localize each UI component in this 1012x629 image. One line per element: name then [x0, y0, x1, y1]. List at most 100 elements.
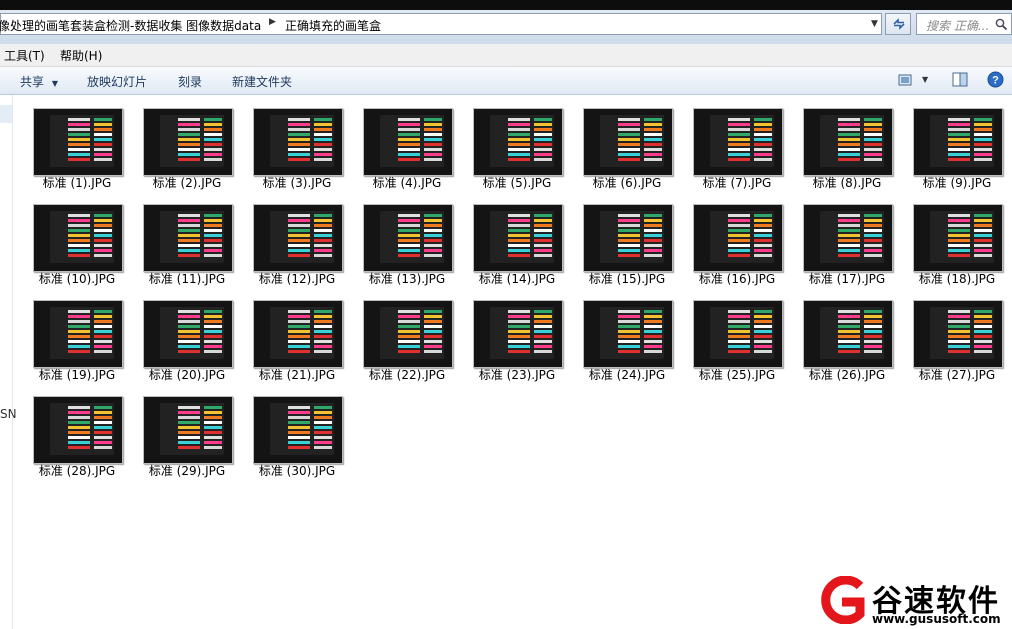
file-item[interactable]: 标准 (17).JPG: [799, 196, 895, 288]
file-item[interactable]: 标准 (27).JPG: [909, 292, 1005, 384]
file-name[interactable]: 标准 (22).JPG: [359, 366, 455, 383]
file-thumbnail[interactable]: [143, 396, 233, 464]
file-thumbnail[interactable]: [253, 300, 343, 368]
file-thumbnail[interactable]: [803, 204, 893, 272]
file-thumbnail[interactable]: [583, 300, 673, 368]
file-item[interactable]: 标准 (16).JPG: [689, 196, 785, 288]
file-item[interactable]: 标准 (24).JPG: [579, 292, 675, 384]
address-bar[interactable]: 像处理的画笔套装盒检测-数据收集 图像数据data ▶ 正确填充的画笔盒 ▼: [0, 13, 882, 35]
file-thumbnail[interactable]: [473, 300, 563, 368]
preview-pane-icon[interactable]: [952, 72, 968, 91]
file-name[interactable]: 标准 (8).JPG: [799, 174, 895, 191]
file-item[interactable]: 标准 (1).JPG: [29, 100, 125, 192]
file-thumbnail[interactable]: [473, 204, 563, 272]
file-name[interactable]: 标准 (6).JPG: [579, 174, 675, 191]
file-name[interactable]: 标准 (15).JPG: [579, 270, 675, 287]
search-icon[interactable]: [995, 18, 1008, 31]
file-name[interactable]: 标准 (29).JPG: [139, 462, 235, 479]
file-thumbnail[interactable]: [363, 108, 453, 176]
file-thumbnail[interactable]: [143, 108, 233, 176]
file-name[interactable]: 标准 (12).JPG: [249, 270, 345, 287]
file-thumbnail[interactable]: [913, 300, 1003, 368]
file-thumbnail[interactable]: [803, 300, 893, 368]
change-view-icon[interactable]: [898, 72, 912, 91]
file-item[interactable]: 标准 (19).JPG: [29, 292, 125, 384]
file-name[interactable]: 标准 (23).JPG: [469, 366, 565, 383]
file-item[interactable]: 标准 (10).JPG: [29, 196, 125, 288]
file-thumbnail[interactable]: [693, 108, 783, 176]
nav-item-fragment[interactable]: SN: [0, 407, 17, 421]
file-item[interactable]: 标准 (15).JPG: [579, 196, 675, 288]
file-name[interactable]: 标准 (13).JPG: [359, 270, 455, 287]
file-name[interactable]: 标准 (3).JPG: [249, 174, 345, 191]
file-item[interactable]: 标准 (6).JPG: [579, 100, 675, 192]
file-item[interactable]: 标准 (4).JPG: [359, 100, 455, 192]
file-name[interactable]: 标准 (10).JPG: [29, 270, 125, 287]
file-name[interactable]: 标准 (25).JPG: [689, 366, 785, 383]
address-dropdown-icon[interactable]: ▼: [871, 19, 878, 29]
file-item[interactable]: 标准 (9).JPG: [909, 100, 1005, 192]
new-folder-button[interactable]: 新建文件夹: [232, 73, 292, 90]
file-thumbnail[interactable]: [913, 204, 1003, 272]
file-name[interactable]: 标准 (30).JPG: [249, 462, 345, 479]
nav-selected-item[interactable]: [0, 105, 12, 123]
file-item[interactable]: 标准 (11).JPG: [139, 196, 235, 288]
file-name[interactable]: 标准 (16).JPG: [689, 270, 785, 287]
file-name[interactable]: 标准 (9).JPG: [909, 174, 1005, 191]
file-item[interactable]: 标准 (30).JPG: [249, 388, 345, 480]
file-name[interactable]: 标准 (19).JPG: [29, 366, 125, 383]
help-icon[interactable]: ?: [987, 71, 1004, 92]
file-item[interactable]: 标准 (13).JPG: [359, 196, 455, 288]
file-name[interactable]: 标准 (28).JPG: [29, 462, 125, 479]
breadcrumb-current[interactable]: 正确填充的画笔盒: [285, 17, 381, 34]
file-name[interactable]: 标准 (24).JPG: [579, 366, 675, 383]
navigation-pane[interactable]: SN: [0, 95, 17, 629]
file-thumbnail[interactable]: [803, 108, 893, 176]
file-item[interactable]: 标准 (28).JPG: [29, 388, 125, 480]
file-name[interactable]: 标准 (18).JPG: [909, 270, 1005, 287]
breadcrumb-path[interactable]: 像处理的画笔套装盒检测-数据收集 图像数据data: [0, 17, 261, 34]
file-name[interactable]: 标准 (20).JPG: [139, 366, 235, 383]
file-item[interactable]: 标准 (22).JPG: [359, 292, 455, 384]
file-item[interactable]: 标准 (23).JPG: [469, 292, 565, 384]
file-name[interactable]: 标准 (11).JPG: [139, 270, 235, 287]
share-button[interactable]: 共享 ▼: [20, 73, 58, 90]
file-name[interactable]: 标准 (4).JPG: [359, 174, 455, 191]
file-item[interactable]: 标准 (2).JPG: [139, 100, 235, 192]
view-dropdown-icon[interactable]: ▼: [922, 75, 928, 84]
file-name[interactable]: 标准 (21).JPG: [249, 366, 345, 383]
file-item[interactable]: 标准 (21).JPG: [249, 292, 345, 384]
file-thumbnail[interactable]: [253, 396, 343, 464]
file-thumbnail[interactable]: [473, 108, 563, 176]
file-name[interactable]: 标准 (14).JPG: [469, 270, 565, 287]
file-thumbnail[interactable]: [253, 108, 343, 176]
file-name[interactable]: 标准 (27).JPG: [909, 366, 1005, 383]
file-item[interactable]: 标准 (3).JPG: [249, 100, 345, 192]
file-item[interactable]: 标准 (14).JPG: [469, 196, 565, 288]
file-item[interactable]: 标准 (20).JPG: [139, 292, 235, 384]
file-thumbnail[interactable]: [913, 108, 1003, 176]
file-name[interactable]: 标准 (5).JPG: [469, 174, 565, 191]
file-thumbnail[interactable]: [33, 396, 123, 464]
file-thumbnail[interactable]: [583, 108, 673, 176]
file-name[interactable]: 标准 (7).JPG: [689, 174, 785, 191]
file-item[interactable]: 标准 (26).JPG: [799, 292, 895, 384]
file-thumbnail[interactable]: [33, 204, 123, 272]
search-placeholder[interactable]: 搜索 正确...: [926, 17, 989, 34]
refresh-button[interactable]: [885, 13, 911, 35]
file-name[interactable]: 标准 (1).JPG: [29, 174, 125, 191]
file-thumbnail[interactable]: [583, 204, 673, 272]
menu-tools[interactable]: 工具(T): [4, 47, 45, 64]
search-box[interactable]: 搜索 正确...: [916, 13, 1012, 35]
file-item[interactable]: 标准 (8).JPG: [799, 100, 895, 192]
burn-button[interactable]: 刻录: [178, 73, 202, 90]
slideshow-button[interactable]: 放映幻灯片: [87, 73, 147, 90]
file-thumbnail[interactable]: [363, 204, 453, 272]
file-thumbnail[interactable]: [143, 204, 233, 272]
file-name[interactable]: 标准 (26).JPG: [799, 366, 895, 383]
menu-help[interactable]: 帮助(H): [60, 47, 102, 64]
file-item[interactable]: 标准 (18).JPG: [909, 196, 1005, 288]
file-thumbnail[interactable]: [33, 108, 123, 176]
file-name[interactable]: 标准 (17).JPG: [799, 270, 895, 287]
file-thumbnail[interactable]: [253, 204, 343, 272]
